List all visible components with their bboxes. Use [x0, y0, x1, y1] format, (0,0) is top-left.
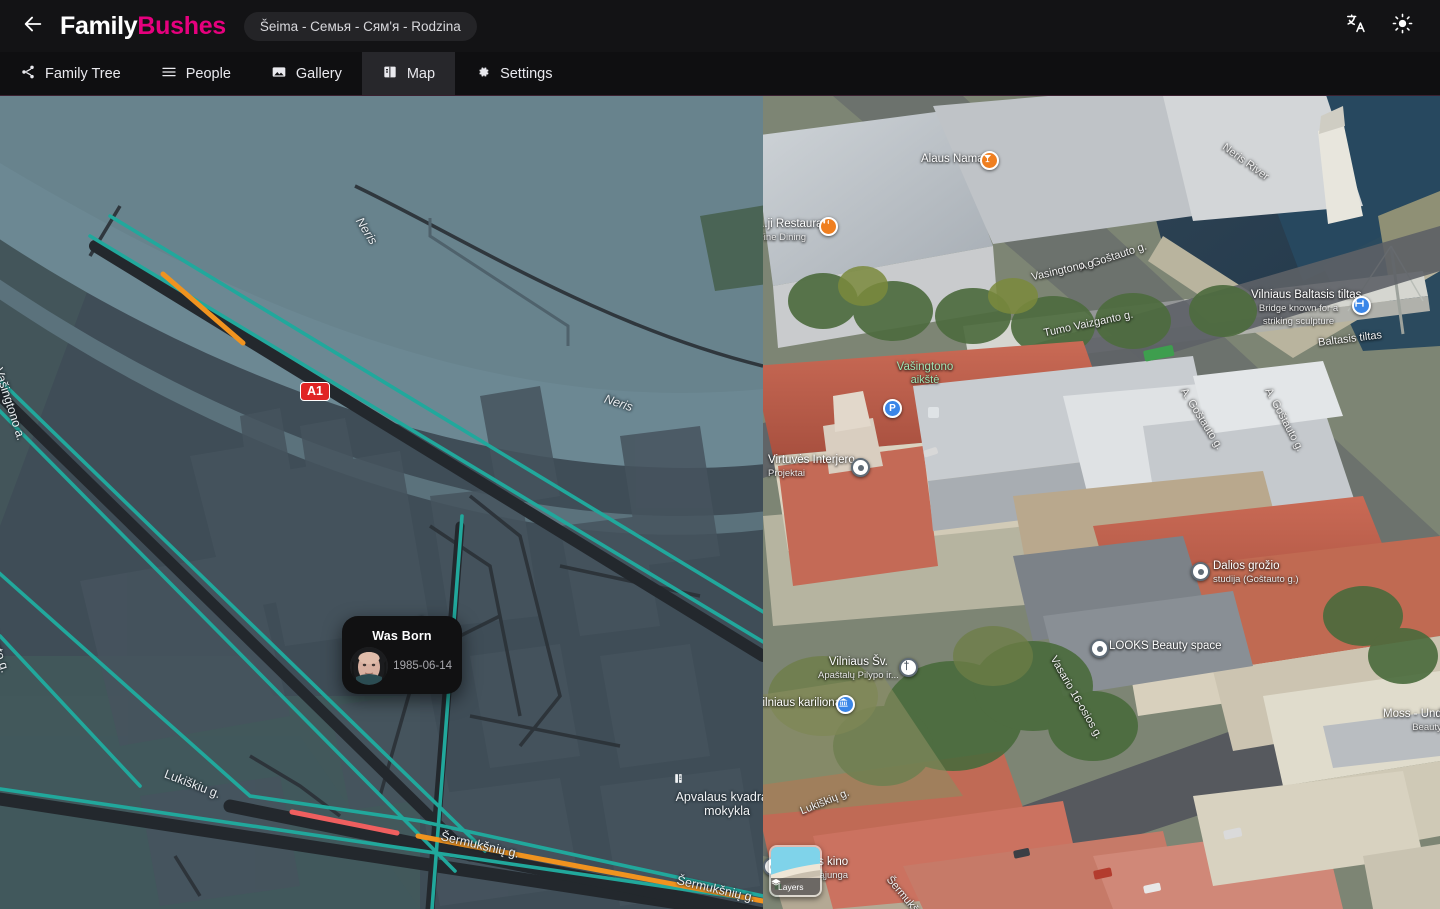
parking-pin-label: P — [889, 403, 896, 414]
small-poi-icon[interactable] — [928, 407, 939, 418]
brand-part-2: Bushes — [137, 11, 226, 40]
satellite-map-pane[interactable]: Alaus Namai ...ji Restaurant Fine Dining… — [763, 96, 1440, 909]
map-canvas[interactable]: Neris Neris Vašingtono a. Santo g. Lukiš… — [0, 96, 1440, 909]
share-nodes-icon — [20, 64, 36, 84]
brand-part-1: Family — [60, 11, 138, 40]
app-root: Family Bushes Šeima - Семья - Сям'я - Rod… — [0, 0, 1440, 909]
tab-family-tree[interactable]: Family Tree — [0, 52, 141, 95]
app-header: Family Bushes Šeima - Семья - Сям'я - Rod… — [0, 0, 1440, 52]
event-popup-card[interactable]: Was Born 1985-06-14 — [342, 616, 462, 694]
bridge-icon[interactable] — [1352, 296, 1371, 315]
arrow-left-icon — [22, 13, 44, 40]
translate-icon — [1346, 13, 1367, 39]
list-icon — [161, 64, 177, 84]
tab-label: Family Tree — [45, 65, 121, 82]
layers-label-bar: Layers — [771, 878, 820, 895]
image-icon — [271, 64, 287, 84]
popup-date: 1985-06-14 — [393, 660, 452, 672]
dot-icon[interactable] — [851, 458, 870, 477]
main-tabbar: Family Tree People Gallery Map Settings — [0, 52, 1440, 96]
tab-label: People — [185, 65, 231, 82]
map-icon — [382, 64, 398, 84]
tab-gallery[interactable]: Gallery — [251, 52, 362, 95]
museum-icon[interactable] — [836, 695, 855, 714]
tab-settings[interactable]: Settings — [455, 52, 572, 95]
layers-button[interactable]: Layers — [769, 845, 822, 897]
header-actions — [1344, 13, 1422, 39]
satellite-imagery — [763, 96, 1440, 909]
restaurant-icon[interactable] — [819, 217, 838, 236]
parking-pin-icon[interactable]: P — [883, 399, 902, 418]
tab-label: Map — [406, 65, 436, 82]
highway-shield-a1: A1 — [300, 382, 330, 401]
bar-icon[interactable] — [980, 151, 999, 170]
tab-label: Settings — [500, 65, 553, 82]
back-button[interactable] — [18, 11, 48, 41]
tab-map[interactable]: Map — [361, 52, 456, 95]
dot-icon[interactable] — [1191, 562, 1210, 581]
gear-icon — [475, 64, 491, 84]
avatar[interactable] — [350, 647, 388, 685]
dot-icon[interactable] — [1090, 639, 1109, 658]
layers-label: Layers — [778, 881, 804, 892]
language-pill[interactable]: Šeima - Семья - Сям'я - Rodzina — [243, 11, 477, 41]
popup-body: 1985-06-14 — [342, 643, 462, 685]
app-brand[interactable]: Family Bushes — [60, 12, 226, 41]
tab-label: Gallery — [295, 65, 342, 82]
translate-button[interactable] — [1344, 14, 1368, 38]
popup-title: Was Born — [372, 629, 432, 643]
tab-people[interactable]: People — [141, 52, 251, 95]
church-icon[interactable] — [899, 658, 918, 677]
brightness-toggle-button[interactable] — [1390, 13, 1414, 39]
avatar-photo — [350, 647, 388, 685]
sun-icon — [1392, 13, 1413, 39]
